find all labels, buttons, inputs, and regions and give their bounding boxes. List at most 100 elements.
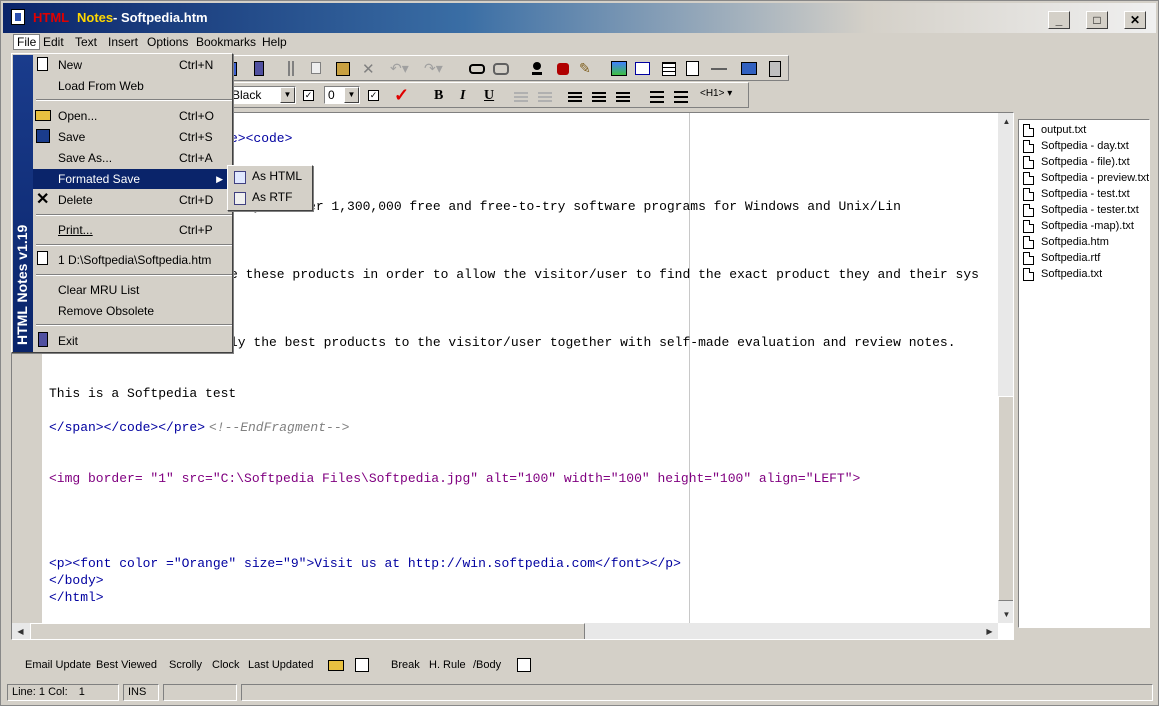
book-icon[interactable] [250,60,268,78]
code-line: </span></code></pre> [49,420,206,435]
undo-icon[interactable]: ↶▾ [390,60,409,78]
menu-item-new[interactable]: New Ctrl+N [34,55,232,75]
scroll-up-icon[interactable]: ▲ [998,113,1013,130]
list-item[interactable]: Softpedia.rtf [1021,251,1149,267]
underline-button[interactable]: U [479,87,497,105]
menu-edit[interactable]: Edit [43,35,64,49]
minimize-button[interactable]: _ [1048,11,1070,29]
scroll-right-icon[interactable]: ▶ [981,623,998,639]
redo-icon[interactable]: ↷▾ [424,60,443,78]
form-icon[interactable] [634,60,652,78]
menu-item-exit[interactable]: Exit [34,331,232,351]
brush-icon[interactable]: ✎ [578,60,596,78]
list-item[interactable]: Softpedia - test.txt [1021,187,1149,203]
snippet-toolbar: Email Update Best Viewed Scrolly Clock L… [11,652,1150,680]
pin-icon[interactable] [528,60,546,78]
list-item[interactable]: Softpedia - day.txt [1021,139,1149,155]
list-item[interactable]: output.txt [1021,123,1149,139]
menu-text[interactable]: Text [75,35,97,49]
menu-separator [36,274,232,276]
image-icon[interactable] [610,60,628,78]
right-margin-line [689,113,690,623]
numbered-list-icon[interactable] [648,87,666,105]
table-icon[interactable] [660,60,678,78]
preview-icon[interactable] [740,60,758,78]
document-icon [1023,156,1034,169]
maximize-button[interactable]: □ [1086,11,1108,29]
tag-icon[interactable] [554,60,572,78]
last-updated-button[interactable]: Last Updated [248,659,313,671]
menu-item-print[interactable]: Print... Ctrl+P [34,220,232,240]
scroll-down-icon[interactable]: ▼ [998,606,1013,623]
color-checkbox[interactable]: ✓ [303,90,314,101]
best-viewed-button[interactable]: Best Viewed [96,659,157,671]
menu-item-clear-mru[interactable]: Clear MRU List [34,280,232,300]
vertical-scrollbar[interactable]: ▲ ▼ [998,113,1013,623]
align-left-icon[interactable] [566,87,584,105]
menu-separator [36,214,232,216]
properties-icon[interactable] [515,656,533,674]
vertical-scroll-thumb[interactable] [998,396,1013,601]
horizontal-scrollbar[interactable]: ◀ ▶ [12,623,998,639]
indent-icon[interactable] [536,87,554,105]
body-button[interactable]: /Body [473,659,501,671]
replace-icon[interactable] [492,60,510,78]
menu-item-remove-obsolete[interactable]: Remove Obsolete [34,301,232,321]
color-select[interactable]: Black ▼ [228,86,296,104]
app-icon[interactable] [11,9,25,25]
align-center-icon[interactable] [590,87,608,105]
email-update-button[interactable]: Email Update [25,659,91,671]
menu-item-recent-file[interactable]: 1 D:\Softpedia\Softpedia.htm [34,250,232,270]
menu-item-delete[interactable]: Delete Ctrl+D [34,190,232,210]
clear-icon[interactable]: ✕ [360,60,378,78]
menu-bookmarks[interactable]: Bookmarks [196,35,256,49]
outdent-icon[interactable] [512,87,530,105]
scrolly-button[interactable]: Scrolly [169,659,202,671]
menu-help[interactable]: Help [262,35,287,49]
list-item[interactable]: Softpedia - file).txt [1021,155,1149,171]
menu-item-formated-save[interactable]: Formated Save ▶ [33,169,231,189]
hrule-button[interactable]: H. Rule [429,659,466,671]
submenu-as-html[interactable]: As HTML [252,169,302,183]
menu-item-save-as[interactable]: Save As... Ctrl+A [34,148,232,168]
align-right-icon[interactable] [614,87,632,105]
chevron-down-icon[interactable]: ▼ [344,87,359,103]
close-button[interactable]: ✕ [1124,11,1146,29]
menu-separator [36,244,232,246]
paste-icon[interactable] [334,60,352,78]
italic-button[interactable]: I [454,87,472,105]
settings-icon[interactable] [353,656,371,674]
list-item[interactable]: Softpedia.htm [1021,235,1149,251]
calculator-icon[interactable] [766,60,784,78]
template-icon[interactable] [684,60,702,78]
horizontal-scroll-thumb[interactable] [30,623,585,639]
copy-icon[interactable] [308,60,326,78]
bold-button[interactable]: B [429,87,447,105]
bullet-list-icon[interactable] [672,87,690,105]
menu-item-load-from-web[interactable]: Load From Web [34,76,232,96]
menu-item-open[interactable]: Open... Ctrl+O [34,106,232,126]
menu-insert[interactable]: Insert [108,35,138,49]
size-select[interactable]: 0 ▼ [324,86,360,104]
find-icon[interactable] [468,60,486,78]
open-folder-icon[interactable] [327,656,345,674]
menu-options[interactable]: Options [147,35,188,49]
scroll-left-icon[interactable]: ◀ [12,623,29,639]
rule-icon[interactable] [710,60,728,78]
submenu-as-rtf[interactable]: As RTF [252,190,292,204]
file-name: Softpedia - test.txt [1041,188,1130,200]
insert-mode: INS [123,684,159,701]
cut-icon[interactable] [282,60,300,78]
list-item[interactable]: Softpedia - preview.txt [1021,171,1149,187]
list-item[interactable]: Softpedia -map).txt [1021,219,1149,235]
menu-item-save[interactable]: Save Ctrl+S [34,127,232,147]
size-checkbox[interactable]: ✓ [368,90,379,101]
chevron-down-icon[interactable]: ▼ [280,87,295,103]
list-item[interactable]: Softpedia - tester.txt [1021,203,1149,219]
apply-check-icon[interactable]: ✓ [392,85,410,105]
break-button[interactable]: Break [391,659,420,671]
clock-button[interactable]: Clock [212,659,240,671]
menu-file[interactable]: File [13,34,41,50]
heading-dropdown[interactable]: <H1> ▾ [700,88,732,99]
list-item[interactable]: Softpedia.txt [1021,267,1149,283]
